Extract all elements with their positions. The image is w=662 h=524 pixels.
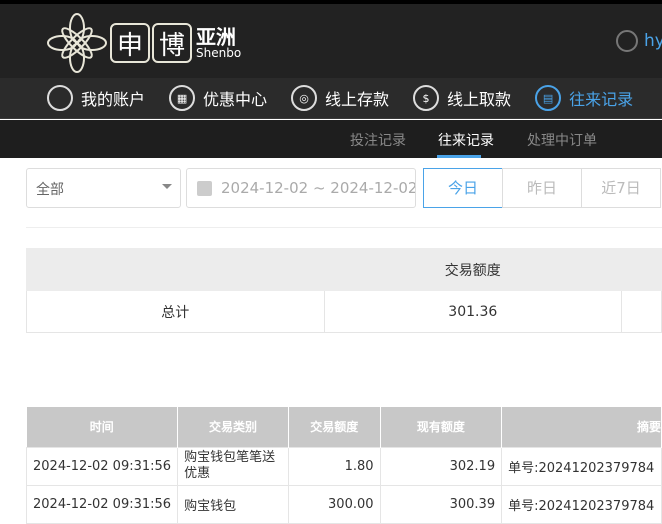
type-select[interactable]: 全部 [26,168,181,208]
cell-summary: 单号:20241202379784 [501,446,662,486]
nav-promotions[interactable]: ▦ 优惠中心 [169,85,267,111]
tab-transactions[interactable]: 往来记录 [438,130,494,150]
brand-char: 博 [152,23,192,63]
brand-char: 申 [110,23,150,63]
user-menu[interactable]: hy [616,30,662,52]
logo[interactable]: 申 博 亚洲 Shenbo [46,12,241,74]
gift-icon: ▦ [169,85,196,111]
summary-label: 总计 [26,290,325,333]
cell-time: 2024-12-02 09:31:56 [25,446,179,486]
summary-value: 301.36 [323,290,623,333]
deposit-icon: ◎ [291,85,318,111]
header: 申 博 亚洲 Shenbo hy [0,4,662,78]
main-nav: 我的账户 ▦ 优惠中心 ◎ 线上存款 $ 线上取款 ▤ 往来记录 [0,78,662,119]
user-icon [616,30,638,52]
flower-logo-icon [47,13,107,73]
cell-balance: 302.19 [379,446,503,486]
user-icon [47,85,73,111]
last-7-days-button[interactable]: 近7日 [581,168,661,208]
today-button[interactable]: 今日 [423,168,503,208]
column-header: 交易类别 [177,407,290,447]
yesterday-button[interactable]: 昨日 [502,168,582,208]
tab-bet-records[interactable]: 投注记录 [350,130,406,150]
nav-label: 线上存款 [325,90,390,109]
type-select-value: 全部 [36,182,64,198]
summary-table: 交易额度 总计 301.36 [26,248,662,333]
record-icon: ▤ [535,85,562,111]
nav-label: 优惠中心 [203,90,268,109]
cell-type: 购宝钱包笔笔送优惠 [177,446,290,486]
username: hy [644,31,662,51]
cell-summary: 单号:20241202379784 [501,484,662,524]
column-header: 摘要 [501,407,662,447]
cell-amount: 1.80 [288,446,381,486]
table-row: 2024-12-02 09:31:56 购宝钱包 300.00 300.39 单… [25,484,662,524]
chevron-down-icon [162,184,172,194]
transactions-table: 时间 交易类别 交易额度 现有额度 摘要 2024-12-02 09:31:56… [25,407,662,524]
nav-deposit[interactable]: ◎ 线上存款 [291,85,389,111]
sub-nav: 投注记录 往来记录 处理中订单 [0,120,662,158]
nav-label: 线上取款 [447,90,512,109]
tab-pending-orders[interactable]: 处理中订单 [527,130,597,150]
active-tab-indicator [437,155,481,158]
cell-balance: 300.39 [379,484,503,524]
calendar-icon [197,181,212,196]
cell-type: 购宝钱包 [177,484,290,524]
summary-header: 交易额度 [323,248,623,291]
divider [26,227,662,228]
nav-label: 我的账户 [81,90,146,109]
cell-amount: 300.00 [288,484,381,524]
withdraw-icon: $ [413,85,440,111]
column-header: 现有额度 [380,407,503,447]
column-header: 交易额度 [288,407,381,447]
date-range-value: 2024-12-02 ~ 2024-12-02 [221,179,416,197]
brand-asia: 亚洲 [196,25,236,49]
nav-withdraw[interactable]: $ 线上取款 [413,85,511,111]
brand-en: Shenbo [196,46,242,60]
column-header: 时间 [26,407,179,447]
nav-my-account[interactable]: 我的账户 [47,85,145,111]
date-range-input[interactable]: 2024-12-02 ~ 2024-12-02 [186,168,416,208]
nav-records[interactable]: ▤ 往来记录 [535,85,633,111]
table-header: 时间 交易类别 交易额度 现有额度 摘要 [26,407,662,447]
table-row: 2024-12-02 09:31:56 购宝钱包笔笔送优惠 1.80 302.1… [25,446,662,486]
cell-time: 2024-12-02 09:31:56 [25,484,179,524]
nav-label: 往来记录 [569,90,634,109]
